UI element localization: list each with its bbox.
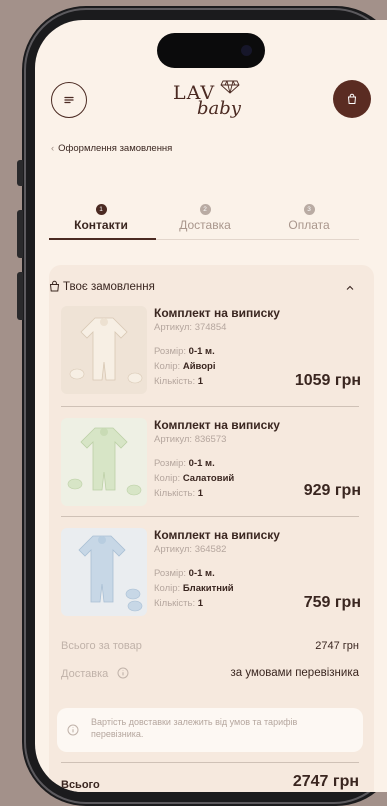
item-color: Колір: Айворі <box>154 361 216 372</box>
item-quantity: Кількість: 1 <box>154 598 203 609</box>
divider <box>61 406 359 407</box>
cart-button[interactable] <box>333 80 371 118</box>
size-value: 0-1 м. <box>188 346 215 357</box>
item-color: Колір: Салатовий <box>154 473 234 484</box>
info-icon <box>67 724 79 736</box>
phone-mute-button <box>17 160 23 186</box>
divider <box>61 762 359 763</box>
quantity-value: 1 <box>197 488 204 499</box>
color-value: Блакитний <box>182 583 234 594</box>
order-item: Комплект на виписку Артикул: 374854 Розм… <box>61 306 361 402</box>
order-item: Комплект на виписку Артикул: 836573 Розм… <box>61 418 361 514</box>
total-value: 2747 грн <box>292 773 359 790</box>
product-image[interactable] <box>61 306 147 394</box>
article-value: 374854 <box>194 322 227 333</box>
item-size: Розмір: 0-1 м. <box>154 568 215 579</box>
delivery-label-text: Доставка <box>61 668 109 680</box>
phone-volume-down-button <box>17 272 23 320</box>
active-step-indicator <box>49 238 156 240</box>
hamburger-icon <box>64 96 74 104</box>
quantity-label: Кількість: <box>154 598 196 609</box>
step-number: 2 <box>199 204 211 215</box>
item-name: Комплект на виписку <box>154 306 280 320</box>
color-value: Айворі <box>182 361 216 372</box>
dynamic-island <box>157 33 265 68</box>
item-name: Комплект на виписку <box>154 528 280 542</box>
camera-dot <box>241 45 252 56</box>
color-label: Колір: <box>154 361 181 372</box>
info-icon[interactable] <box>117 667 129 679</box>
quantity-value: 1 <box>197 376 204 387</box>
item-quantity: Кількість: 1 <box>154 376 203 387</box>
chevron-left-icon: ‹ <box>51 143 55 154</box>
shopping-bag-icon <box>347 93 357 104</box>
delivery-value: за умовами перевізника <box>230 667 360 679</box>
item-price: 759 грн <box>303 594 361 611</box>
step-payment[interactable]: 3 Оплата <box>257 196 361 232</box>
article-label: Артикул: <box>154 544 193 555</box>
item-size: Розмір: 0-1 м. <box>154 346 215 357</box>
total-label: Всього <box>61 779 100 791</box>
collapse-button[interactable] <box>345 278 355 297</box>
step-label: Оплата <box>288 218 330 232</box>
size-value: 0-1 м. <box>188 458 215 469</box>
subtotal-value: 2747 грн <box>315 640 359 652</box>
item-article: Артикул: 836573 <box>154 434 226 445</box>
order-item: Комплект на виписку Артикул: 364582 Розм… <box>61 528 361 624</box>
screen: LAV baby ‹ Оформлення замовлення 1 Контак… <box>35 20 387 792</box>
order-summary-header[interactable]: Твоє замовлення <box>49 280 155 293</box>
order-title: Твоє замовлення <box>63 281 155 293</box>
chevron-up-icon <box>346 285 354 290</box>
item-price: 1059 грн <box>294 372 361 389</box>
step-label: Контакти <box>74 218 128 232</box>
size-label: Розмір: <box>154 568 187 579</box>
size-value: 0-1 м. <box>188 568 215 579</box>
item-quantity: Кількість: 1 <box>154 488 203 499</box>
step-number: 3 <box>303 204 315 215</box>
subtotal-label: Всього за товар <box>61 640 142 652</box>
menu-button[interactable] <box>51 82 87 118</box>
checkout-steps: 1 Контакти 2 Доставка 3 Оплата <box>49 196 361 240</box>
size-label: Розмір: <box>154 346 187 357</box>
baby-romper-icon <box>78 535 143 612</box>
baby-romper-icon <box>67 427 142 496</box>
item-price: 929 грн <box>303 482 361 499</box>
article-value: 836573 <box>194 434 227 445</box>
step-delivery[interactable]: 2 Доставка <box>153 196 257 232</box>
delivery-note-text: Вартість довставки залежить від умов та … <box>91 717 298 739</box>
step-number: 1 <box>95 204 107 215</box>
quantity-label: Кількість: <box>154 376 196 387</box>
product-image[interactable] <box>61 418 147 506</box>
size-label: Розмір: <box>154 458 187 469</box>
logo-sub-text: baby <box>197 98 241 119</box>
step-label: Доставка <box>179 218 231 232</box>
shopping-bag-icon <box>49 280 60 292</box>
brand-logo[interactable]: LAV baby <box>173 78 253 124</box>
item-article: Артикул: 364582 <box>154 544 226 555</box>
color-label: Колір: <box>154 583 181 594</box>
delivery-info-note: Вартість довставки залежить від умов та … <box>57 708 363 752</box>
product-image[interactable] <box>61 528 147 616</box>
quantity-label: Кількість: <box>154 488 196 499</box>
item-size: Розмір: 0-1 м. <box>154 458 215 469</box>
item-name: Комплект на виписку <box>154 418 280 432</box>
step-contacts[interactable]: 1 Контакти <box>49 196 153 232</box>
baby-romper-icon <box>69 317 143 384</box>
article-label: Артикул: <box>154 322 193 333</box>
article-value: 364582 <box>194 544 227 555</box>
diamond-icon <box>220 80 240 94</box>
quantity-value: 1 <box>197 598 204 609</box>
breadcrumb[interactable]: ‹ Оформлення замовлення <box>51 143 172 154</box>
item-color: Колір: Блакитний <box>154 583 234 594</box>
color-label: Колір: <box>154 473 181 484</box>
divider <box>61 516 359 517</box>
color-value: Салатовий <box>182 473 235 484</box>
delivery-label: Доставка <box>61 667 129 680</box>
breadcrumb-label: Оформлення замовлення <box>58 143 173 154</box>
phone-volume-up-button <box>17 210 23 258</box>
article-label: Артикул: <box>154 434 193 445</box>
item-article: Артикул: 374854 <box>154 322 226 333</box>
